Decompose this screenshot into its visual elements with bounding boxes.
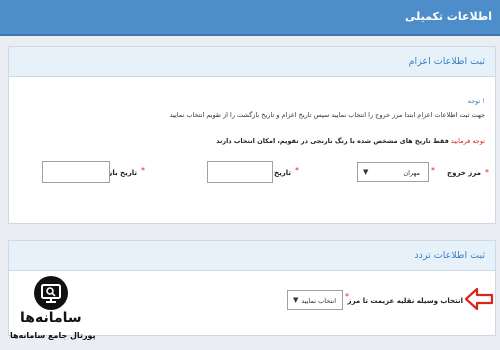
watermark-logo: سامانه‌ها پورتال جامع سامانه‌ها: [10, 276, 96, 344]
warning-prefix: توجه فرمایید: [450, 137, 485, 145]
vehicle-label: انتخاب وسیله نقلیه عزیمت تا مرز: [347, 297, 463, 305]
watermark-tagline: پورتال جامع سامانه‌ها: [10, 331, 96, 340]
vehicle-select[interactable]: انتخاب نمایید ▼: [287, 290, 343, 310]
watermark-name: سامانه‌ها: [20, 310, 82, 326]
note-text: جهت ثبت اطلاعات اعزام ابتدا مرز خروج را …: [169, 111, 485, 119]
travel-info-title: ثبت اطلاعات تردد: [9, 241, 495, 271]
required-mark: *: [431, 166, 435, 175]
required-mark: *: [485, 168, 489, 177]
monitor-search-icon: [34, 276, 68, 310]
arrow-left-icon: [464, 287, 494, 311]
exit-border-select[interactable]: مهران ▼: [357, 162, 429, 182]
return-date-input[interactable]: [42, 161, 110, 183]
page-header: اطلاعات تکمیلی: [0, 0, 500, 36]
exit-border-value: مهران: [403, 169, 420, 177]
required-mark: *: [295, 166, 299, 175]
note-title: ! توجه: [467, 97, 485, 105]
required-mark: *: [141, 166, 145, 175]
warning-text: توجه فرمایید فقط تاریخ های مشخص شده با ر…: [216, 137, 485, 145]
chevron-down-icon: ▼: [363, 168, 369, 176]
page-title: اطلاعات تکمیلی: [404, 10, 492, 23]
chevron-down-icon: ▼: [293, 296, 299, 304]
dispatch-info-panel: ثبت اطلاعات اعزام ! توجه جهت ثبت اطلاعات…: [8, 46, 496, 224]
exit-border-label: مرز خروج: [447, 169, 481, 177]
vehicle-value: انتخاب نمایید: [301, 297, 336, 305]
dispatch-date-input[interactable]: [207, 161, 273, 183]
dispatch-info-title: ثبت اطلاعات اعزام: [9, 47, 495, 77]
required-mark: *: [345, 292, 349, 301]
warning-body: فقط تاریخ های مشخص شده با رنگ نارنجی در …: [216, 137, 449, 145]
